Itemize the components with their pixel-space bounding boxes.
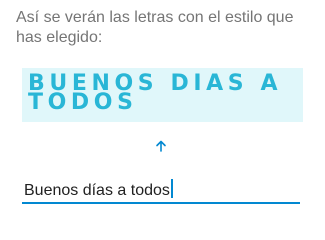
styled-preview-text: BUENOS DIAS A TODOS [28,71,283,115]
style-instruction-text: Así se verán las letras con el estilo qu… [16,9,294,46]
text-input-field[interactable]: Buenos días a todos [22,170,300,204]
arrow-up-icon [150,135,172,157]
input-underline [22,202,300,204]
text-input-value[interactable]: Buenos días a todos [24,179,173,201]
text-cursor [170,179,173,198]
